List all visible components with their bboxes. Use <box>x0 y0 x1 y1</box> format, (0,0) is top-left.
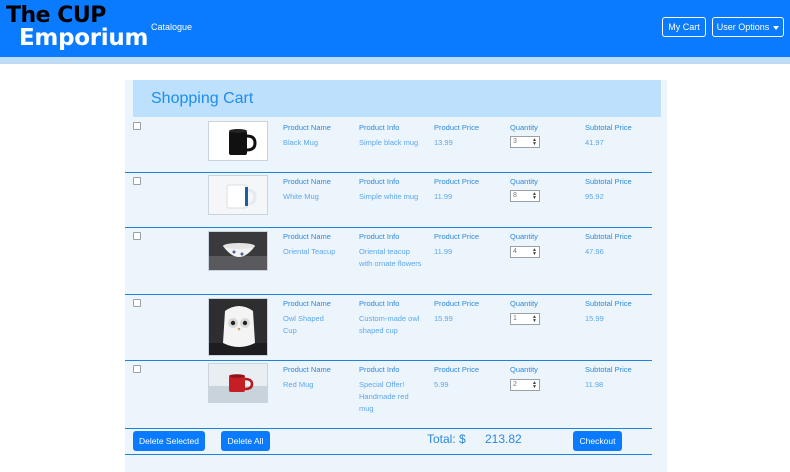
col-head-subtotal: Subtotal Price <box>585 232 632 241</box>
col-head-quantity: Quantity <box>510 123 538 132</box>
product-info: Special Offer! Handmade red mug <box>359 380 409 413</box>
quantity-value: 4 <box>513 248 517 255</box>
row-select-checkbox[interactable] <box>133 122 141 130</box>
total-value: 213.82 <box>485 432 522 446</box>
subtotal-price: 95.92 <box>585 192 604 201</box>
col-head-info: Product Info <box>359 232 400 241</box>
col-head-subtotal: Subtotal Price <box>585 177 632 186</box>
navbar: The CUP Emporium Catalogue My Cart User … <box>0 0 790 57</box>
col-head-info: Product Info <box>359 177 400 186</box>
checkout-button[interactable]: Checkout <box>573 431 622 451</box>
col-head-quantity: Quantity <box>510 177 538 186</box>
cart-row: Product Name White Mug Product Info Simp… <box>125 173 652 227</box>
product-name: White Mug <box>283 192 319 201</box>
col-head-price: Product Price <box>434 123 480 132</box>
spinner-arrows-icon[interactable]: ▲ ▼ <box>532 138 537 147</box>
quantity-value: 8 <box>513 192 517 199</box>
col-head-name: Product Name <box>283 232 331 241</box>
delete-selected-button[interactable]: Delete Selected <box>133 431 205 451</box>
navbar-bottom-strip <box>0 57 790 64</box>
quantity-stepper[interactable]: 8 ▲ ▼ <box>510 190 540 202</box>
col-head-name: Product Name <box>283 299 331 308</box>
my-cart-button[interactable]: My Cart <box>662 17 706 37</box>
footer-divider <box>125 454 652 455</box>
row-select-checkbox[interactable] <box>133 365 141 373</box>
total-label: Total: $ <box>427 432 466 446</box>
cart-row: Product Name Red Mug Product Info Specia… <box>125 361 652 428</box>
product-image-black-mug <box>208 121 268 161</box>
product-info: Simple black mug <box>359 138 419 147</box>
spinner-arrows-icon[interactable]: ▲ ▼ <box>532 381 537 390</box>
checkout-label: Checkout <box>579 436 616 446</box>
row-select-checkbox[interactable] <box>133 299 141 307</box>
nav-link-catalogue[interactable]: Catalogue <box>151 22 192 32</box>
quantity-stepper[interactable]: 4 ▲ ▼ <box>510 246 540 258</box>
product-price: 11.99 <box>434 192 453 201</box>
subtotal-price: 47.96 <box>585 247 604 256</box>
spinner-arrows-icon[interactable]: ▲ ▼ <box>532 192 537 201</box>
user-options-label: User Options <box>716 22 770 32</box>
row-select-checkbox[interactable] <box>133 232 141 240</box>
col-head-quantity: Quantity <box>510 299 538 308</box>
quantity-value: 2 <box>513 381 517 388</box>
col-head-price: Product Price <box>434 177 480 186</box>
user-options-dropdown[interactable]: User Options <box>712 17 784 37</box>
cart-row: Product Name Oriental Teacup Product Inf… <box>125 228 652 294</box>
product-name: Oriental Teacup <box>283 247 336 256</box>
delete-all-button[interactable]: Delete All <box>221 431 270 451</box>
brand-line2: Emporium <box>19 25 149 51</box>
subtotal-price: 41.97 <box>585 138 604 147</box>
product-price: 11.99 <box>434 247 453 256</box>
col-head-info: Product Info <box>359 365 400 374</box>
product-image-oriental-teacup <box>208 231 268 271</box>
quantity-value: 1 <box>513 315 517 322</box>
col-head-subtotal: Subtotal Price <box>585 123 632 132</box>
col-head-subtotal: Subtotal Price <box>585 365 632 374</box>
spinner-arrows-icon[interactable]: ▲ ▼ <box>532 315 537 324</box>
subtotal-price: 11.98 <box>585 380 604 389</box>
product-name: Red Mug <box>283 380 314 389</box>
quantity-stepper[interactable]: 2 ▲ ▼ <box>510 379 540 391</box>
col-head-info: Product Info <box>359 123 400 132</box>
product-info: Simple white mug <box>359 192 419 201</box>
quantity-stepper[interactable]: 1 ▲ ▼ <box>510 313 540 325</box>
cart-row: Product Name Owl Shaped Cup Product Info… <box>125 295 652 360</box>
delete-all-label: Delete All <box>227 436 264 446</box>
row-select-checkbox[interactable] <box>133 177 141 185</box>
col-head-quantity: Quantity <box>510 232 538 241</box>
cart-header: Shopping Cart <box>133 80 661 117</box>
caret-down-icon <box>773 25 780 30</box>
col-head-name: Product Name <box>283 365 331 374</box>
quantity-stepper[interactable]: 3 ▲ ▼ <box>510 136 540 148</box>
subtotal-price: 15.99 <box>585 314 604 323</box>
product-name: Black Mug <box>283 138 319 147</box>
col-head-price: Product Price <box>434 299 480 308</box>
product-price: 15.99 <box>434 314 453 323</box>
brand-logo[interactable]: The CUP Emporium <box>6 3 149 51</box>
product-image-owl-cup <box>208 298 268 356</box>
cart-row: Product Name Black Mug Product Info Simp… <box>125 118 652 173</box>
product-info: Custom-made owl shaped cup <box>359 314 420 335</box>
col-head-name: Product Name <box>283 123 331 132</box>
my-cart-label: My Cart <box>668 22 700 32</box>
spinner-arrows-icon[interactable]: ▲ ▼ <box>532 248 537 257</box>
col-head-name: Product Name <box>283 177 331 186</box>
product-price: 13.99 <box>434 138 453 147</box>
product-image-red-mug <box>208 363 268 403</box>
quantity-value: 3 <box>513 138 517 145</box>
row-divider <box>125 428 652 429</box>
product-price: 5.99 <box>434 380 449 389</box>
delete-selected-label: Delete Selected <box>138 436 199 446</box>
page-title: Shopping Cart <box>151 90 254 107</box>
col-head-subtotal: Subtotal Price <box>585 299 632 308</box>
product-name: Owl Shaped Cup <box>283 314 324 335</box>
col-head-price: Product Price <box>434 232 480 241</box>
product-info: Oriental teacup with ornate flowers <box>359 247 422 268</box>
col-head-quantity: Quantity <box>510 365 538 374</box>
col-head-info: Product Info <box>359 299 400 308</box>
product-image-white-mug <box>208 175 268 215</box>
col-head-price: Product Price <box>434 365 480 374</box>
